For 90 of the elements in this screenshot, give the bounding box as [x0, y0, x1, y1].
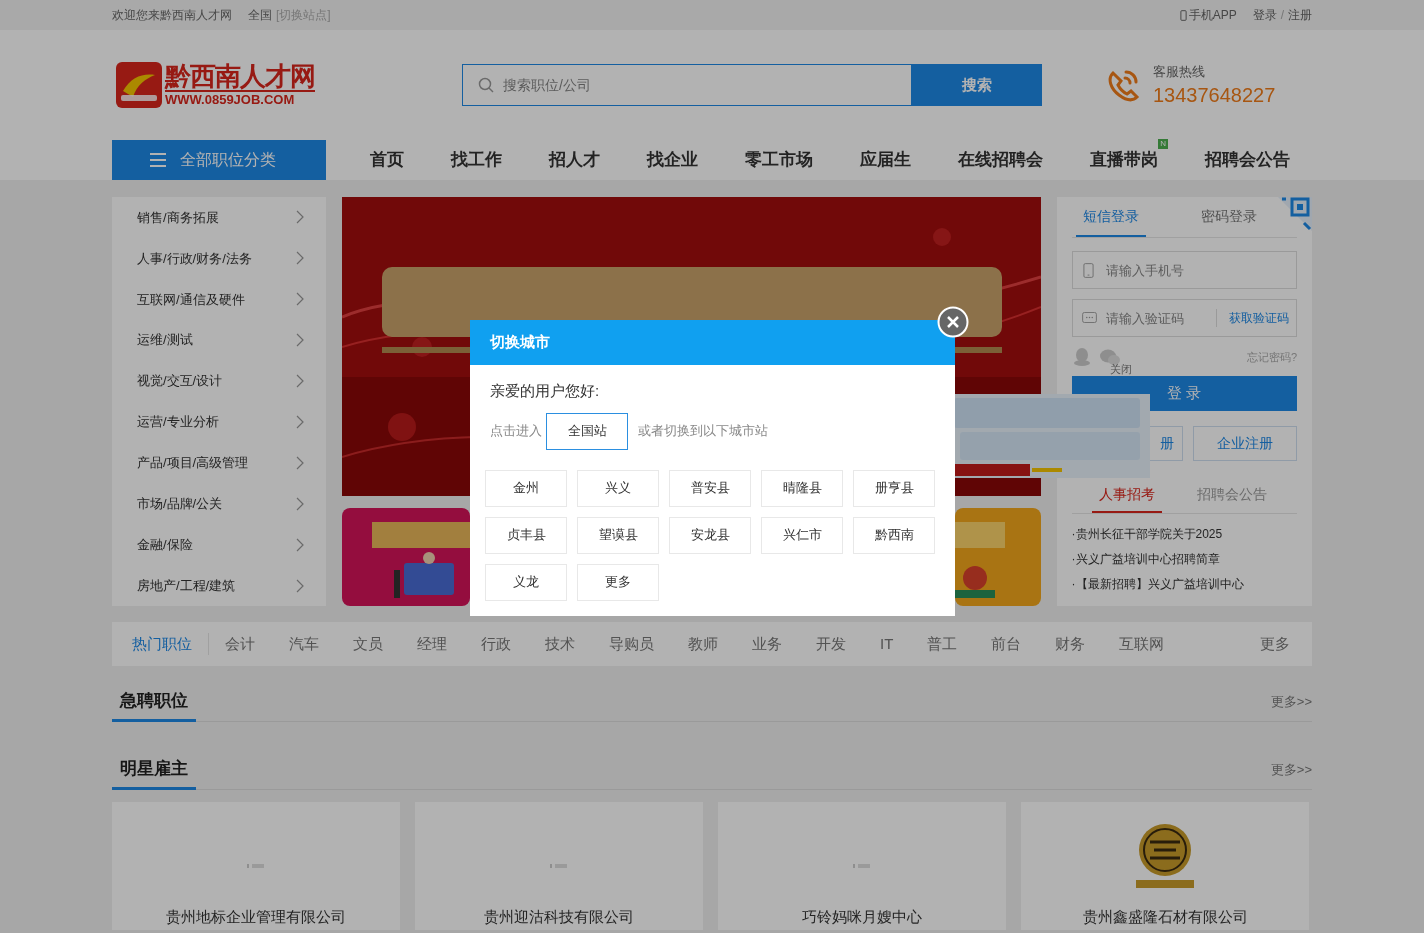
hot-job-link[interactable]: 行政 — [481, 632, 511, 656]
logo-url: WWW.0859JOB.COM — [165, 90, 315, 108]
chevron-right-icon — [295, 455, 304, 470]
logo-title: 黔西南人才网 — [165, 62, 315, 90]
company-name: 贵州地标企业管理有限公司 — [166, 908, 346, 926]
chevron-right-icon — [295, 374, 304, 389]
sidebar-item[interactable]: 视觉/交互/设计 — [112, 360, 326, 402]
sidebar-item[interactable]: 产品/项目/高级管理 — [112, 442, 326, 484]
sidebar-item[interactable]: 市场/品牌/公关 — [112, 483, 326, 525]
nav-link[interactable]: 零工市场 — [745, 150, 813, 170]
company-name: 贵州迎沽科技有限公司 — [484, 908, 634, 926]
city-button[interactable]: 望谟县 — [577, 516, 659, 554]
nav-link[interactable]: 首页 — [370, 150, 404, 170]
hotline-number: 13437648227 — [1153, 82, 1276, 108]
nav-link[interactable]: 应届生 — [860, 150, 911, 170]
company-name: 贵州鑫盛隆石材有限公司 — [1082, 908, 1248, 926]
image-placeholder-icon — [853, 863, 871, 869]
qr-code-icon[interactable] — [1278, 197, 1312, 231]
search-icon — [478, 77, 494, 93]
sidebar-item[interactable]: 运营/专业分析 — [112, 401, 326, 443]
chevron-right-icon — [295, 415, 304, 429]
image-placeholder-icon — [550, 863, 568, 869]
hot-job-link[interactable]: 业务 — [752, 632, 782, 656]
hot-job-link[interactable]: 财务 — [1055, 632, 1086, 656]
news-link[interactable]: ·【最新招聘】兴义广益培训中心 — [1071, 572, 1297, 597]
nav-link[interactable]: 招聘会公告 — [1205, 150, 1290, 170]
login-link[interactable]: 登录 — [1252, 6, 1277, 24]
register-link[interactable]: 注册 — [1288, 6, 1312, 24]
mobile-icon — [1179, 9, 1187, 21]
chevron-right-icon — [295, 496, 304, 511]
city-button[interactable]: 兴仁市 — [761, 516, 843, 554]
logo-icon — [115, 61, 163, 109]
image-placeholder-icon — [247, 863, 265, 869]
chevron-right-icon — [295, 251, 304, 266]
close-ad-text[interactable]: 关闭 — [1109, 363, 1132, 375]
chevron-right-icon — [295, 578, 304, 593]
chevron-right-icon — [295, 210, 304, 225]
nav-link[interactable]: 找企业 — [647, 150, 698, 170]
news-link[interactable]: ·贵州长征干部学院关于2025 — [1071, 522, 1297, 547]
nav-link[interactable]: 在线招聘会 — [958, 150, 1043, 170]
city-button[interactable]: 黔西南 — [853, 516, 935, 554]
sidebar-item[interactable]: 房地产/工程/建筑 — [112, 565, 326, 607]
welcome-text: 欢迎您来黔西南人才网 — [112, 7, 232, 24]
sidebar-item[interactable]: 互联网/通信及硬件 — [112, 278, 326, 320]
city-button[interactable]: 安龙县 — [669, 516, 751, 554]
hot-job-link[interactable]: 教师 — [688, 632, 718, 656]
sidebar-item[interactable]: 销售/商务拓展 — [112, 197, 326, 238]
employer-card[interactable]: 巧铃妈咪月嫂中心 — [718, 802, 1006, 930]
city-button[interactable]: 贞丰县 — [485, 516, 567, 554]
section-title: 急聘职位 — [112, 687, 196, 722]
chevron-right-icon — [295, 292, 304, 307]
login-tab[interactable]: 密码登录 — [1193, 197, 1264, 237]
employer-card[interactable]: 贵州迎沽科技有限公司 — [415, 802, 703, 930]
nav-link[interactable]: 招人才 — [549, 150, 600, 170]
menu-icon — [150, 153, 166, 167]
new-badge: N — [1158, 139, 1168, 150]
city-button[interactable]: 更多 — [577, 563, 659, 601]
section-title: 明星雇主 — [112, 755, 196, 790]
more-link[interactable]: 更多 — [1260, 632, 1290, 656]
news-link[interactable]: ·兴义广益培训中心招聘简章 — [1071, 547, 1297, 572]
hot-job-link[interactable]: 普工 — [927, 632, 958, 656]
nav-link[interactable]: 直播带岗 — [1090, 150, 1158, 170]
hot-job-link[interactable]: 开发 — [816, 632, 846, 656]
city-button[interactable]: 义龙 — [485, 563, 567, 601]
hot-job-link[interactable]: 会计 — [225, 632, 255, 656]
hot-job-link[interactable]: 技术 — [545, 632, 575, 656]
app-link[interactable]: 手机APP — [1179, 6, 1237, 24]
sidebar-item[interactable]: 人事/行政/财务/法务 — [112, 237, 326, 279]
hot-job-link[interactable]: 前台 — [991, 632, 1022, 656]
sidebar-item[interactable]: 金融/保险 — [112, 524, 326, 566]
mobile-icon — [1082, 263, 1094, 278]
hot-job-link[interactable]: 文员 — [353, 632, 383, 656]
employer-card[interactable]: 贵州鑫盛隆石材有限公司 — [1021, 802, 1309, 930]
hot-job-link[interactable]: 经理 — [417, 632, 447, 656]
employer-card[interactable]: 贵州地标企业管理有限公司 — [112, 802, 400, 930]
chevron-right-icon — [295, 333, 304, 348]
sidebar-item[interactable]: 运维/测试 — [112, 319, 326, 361]
hotline-label: 客服热线 — [1153, 63, 1206, 82]
nav-link[interactable]: 找工作 — [451, 150, 502, 170]
company-name: 巧铃妈咪月嫂中心 — [802, 908, 922, 926]
message-icon — [1081, 312, 1097, 323]
chevron-right-icon — [295, 537, 304, 552]
search-field[interactable]: 搜索职位/公司 — [462, 64, 912, 106]
phone-input[interactable]: 请输入手机号 — [1071, 251, 1297, 289]
hot-job-link[interactable]: 导购员 — [609, 632, 654, 656]
hot-job-link[interactable]: 互联网 — [1119, 632, 1165, 656]
hot-job-link[interactable]: IT — [880, 632, 894, 656]
separator-text: / — [1280, 7, 1284, 24]
region-text: 全国 — [248, 7, 272, 24]
hot-job-link[interactable]: 汽车 — [289, 632, 319, 656]
